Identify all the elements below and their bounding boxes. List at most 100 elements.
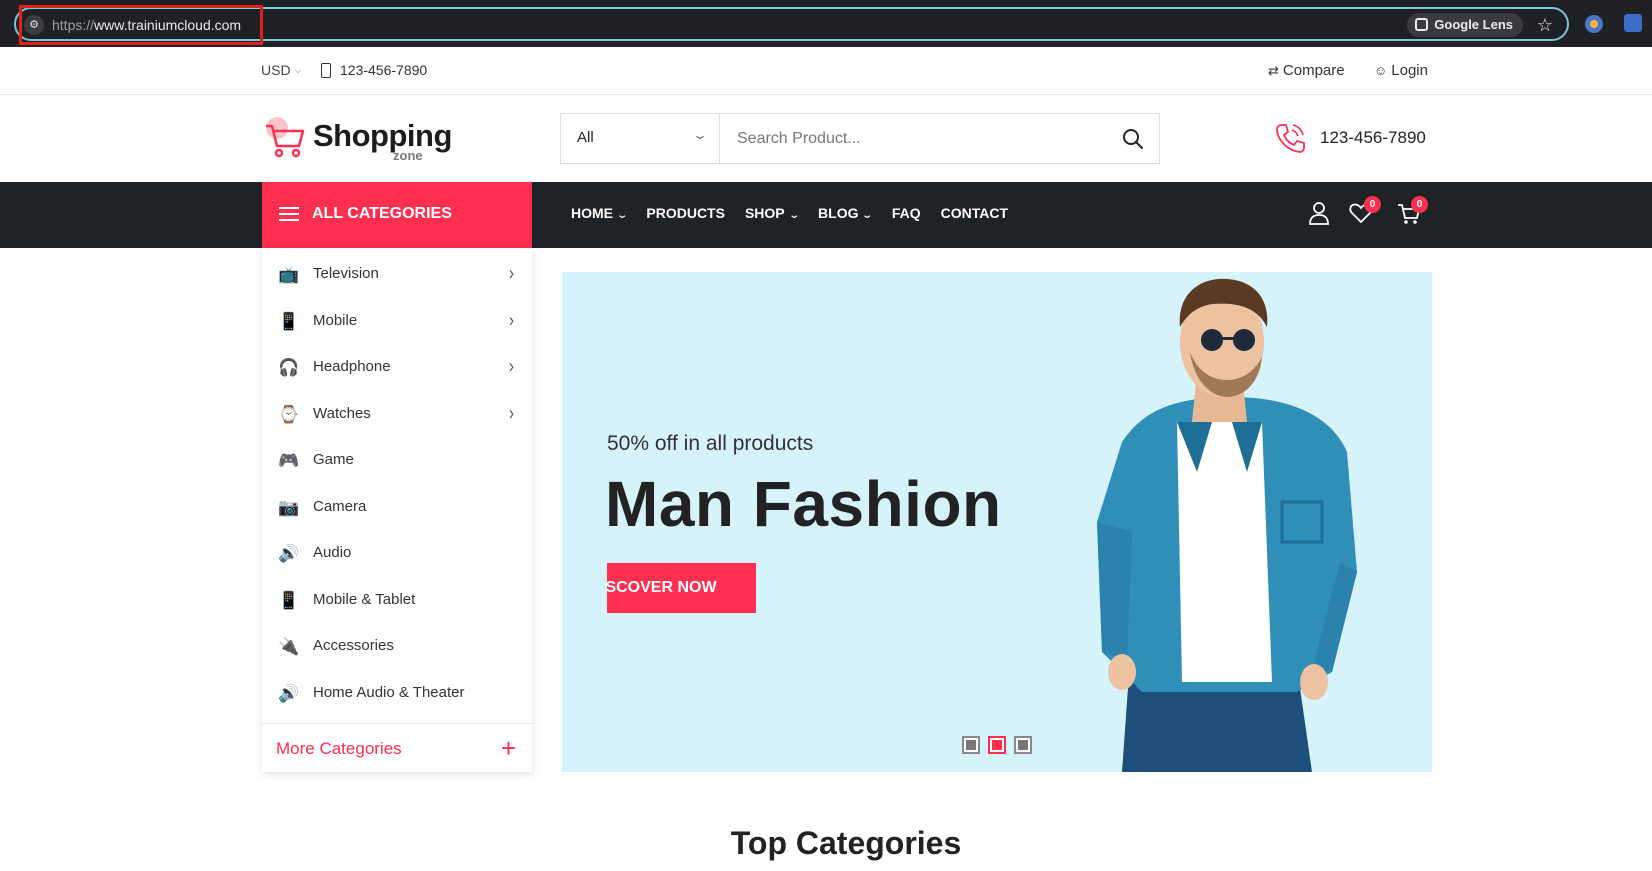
nav-icons: 0 0 <box>1306 196 1428 230</box>
category-item-accessories[interactable]: 🔌 Accessories <box>262 624 532 668</box>
chevron-down-icon: ⌄ <box>787 210 800 221</box>
slider-dot-active[interactable] <box>988 736 1006 754</box>
category-select[interactable]: All ⌄ <box>561 114 720 163</box>
category-item-watches[interactable]: ⌚ Watches › <box>262 392 532 436</box>
hero-title: Man Fashion <box>605 468 1002 540</box>
account-icon[interactable] <box>1306 200 1332 226</box>
top-info-bar: USD ⌵ 123-456-7890 ⇄ Compare ☺ Login <box>0 47 1652 95</box>
slider-dots <box>962 736 1032 754</box>
chevron-right-icon: › <box>509 309 514 332</box>
tv-icon: 📺 <box>278 265 300 284</box>
more-categories-button[interactable]: More Categories + <box>262 723 532 772</box>
category-label: Camera <box>313 498 367 515</box>
category-item-television[interactable]: 📺 Television › <box>262 252 532 296</box>
category-item-camera[interactable]: 📷 Camera <box>262 485 532 529</box>
all-categories-label: ALL CATEGORIES <box>312 205 452 222</box>
nav-item-label: HOME <box>571 205 613 221</box>
currency-label: USD <box>261 62 291 78</box>
google-lens-button[interactable]: Google Lens <box>1407 13 1523 37</box>
search-form: All ⌄ <box>560 113 1160 164</box>
chevron-down-icon: ⌄ <box>691 128 709 142</box>
shuffle-icon: ⇄ <box>1268 63 1279 78</box>
chevron-down-icon: ⌄ <box>616 210 629 221</box>
nav-menu: HOME ⌄ PRODUCTS SHOP ⌄ BLOG ⌄ FAQ CONTACT <box>571 205 1008 221</box>
hamburger-icon <box>279 207 299 221</box>
chevron-right-icon: › <box>509 355 514 378</box>
category-item-mobile-tablet[interactable]: 📱 Mobile & Tablet <box>262 578 532 622</box>
category-label: Game <box>313 451 354 468</box>
compare-label: Compare <box>1282 62 1345 79</box>
top-categories-title: Top Categories <box>730 825 962 861</box>
category-label: Watches <box>313 405 371 422</box>
browser-toolbar: ⚙ https://www.trainiumcloud.com Google L… <box>0 0 1652 47</box>
nav-item-shop[interactable]: SHOP ⌄ <box>744 205 800 221</box>
phone-call-icon <box>1276 124 1305 153</box>
nav-item-label: SHOP <box>744 205 785 221</box>
plus-icon: + <box>500 733 516 763</box>
extension-icon[interactable] <box>1624 14 1642 32</box>
lens-icon <box>1415 18 1429 31</box>
nav-item-home[interactable]: HOME ⌄ <box>571 205 629 221</box>
category-sidebar: 📺 Television › 📱 Mobile › 🎧 Headphone › … <box>262 248 532 772</box>
currency-select[interactable]: USD ⌵ <box>261 62 301 78</box>
category-item-mobile[interactable]: 📱 Mobile › <box>262 299 532 343</box>
top-phone: 123-456-7890 <box>321 62 427 78</box>
all-categories-button[interactable]: ALL CATEGORIES <box>262 182 532 248</box>
speaker-icon: 🔊 <box>278 544 300 563</box>
main-nav-bar: ALL CATEGORIES HOME ⌄ PRODUCTS SHOP ⌄ BLOG… <box>0 182 1652 248</box>
top-phone-number: 123-456-7890 <box>340 62 428 78</box>
headphone-icon: 🎧 <box>278 358 300 377</box>
logo-text: Shopping <box>313 118 452 153</box>
category-select-value: All <box>577 129 594 146</box>
category-label: Mobile & Tablet <box>313 591 416 608</box>
nav-item-products[interactable]: PRODUCTS <box>646 205 725 221</box>
url-highlight-box <box>19 5 263 45</box>
mobile-icon: 📱 <box>278 312 300 331</box>
chevron-right-icon: › <box>509 402 514 425</box>
lens-label: Google Lens <box>1434 17 1513 32</box>
logo-subtext: zone <box>393 148 423 163</box>
gamepad-icon: 🎮 <box>278 451 300 470</box>
more-categories-label: More Categories <box>276 739 402 758</box>
nav-item-label: FAQ <box>891 205 921 221</box>
login-link[interactable]: ☺ Login <box>1374 62 1428 79</box>
compare-link[interactable]: ⇄ Compare <box>1268 62 1345 79</box>
chevron-down-icon: ⌵ <box>294 65 302 75</box>
hero-banner: 50% off in all products Man Fashion ISCO… <box>562 272 1432 772</box>
phone-icon <box>321 63 331 78</box>
hero-model-image <box>1097 278 1357 772</box>
bookmark-star-icon[interactable]: ☆ <box>1537 13 1553 37</box>
slider-dot[interactable] <box>962 736 980 754</box>
search-icon[interactable] <box>1121 127 1145 151</box>
tablet-icon: 📱 <box>278 591 300 610</box>
nav-item-blog[interactable]: BLOG ⌄ <box>818 205 874 221</box>
discover-now-label: ISCOVER NOW <box>607 579 717 596</box>
category-item-headphone[interactable]: 🎧 Headphone › <box>262 345 532 389</box>
search-input[interactable] <box>721 114 1111 163</box>
category-item-game[interactable]: 🎮 Game <box>262 438 532 482</box>
cart-logo-icon <box>266 117 305 158</box>
nav-item-contact[interactable]: CONTACT <box>941 205 1008 221</box>
nav-item-label: CONTACT <box>940 205 1009 221</box>
category-label: Accessories <box>313 637 394 654</box>
category-label: Headphone <box>313 358 391 375</box>
discover-now-button[interactable]: ISCOVER NOW <box>607 563 756 613</box>
category-item-home-audio-theater[interactable]: 🔊 Home Audio & Theater <box>262 671 532 715</box>
chevron-right-icon: › <box>509 262 514 285</box>
user-icon: ☺ <box>1374 63 1388 78</box>
extension-icon[interactable] <box>1585 15 1603 33</box>
header-phone-number: 123-456-7890 <box>1320 128 1426 147</box>
slider-dot[interactable] <box>1014 736 1032 754</box>
category-item-audio[interactable]: 🔊 Audio <box>262 531 532 575</box>
category-label: Television <box>313 265 379 282</box>
watch-icon: ⌚ <box>278 405 300 424</box>
chevron-down-icon: ⌄ <box>861 210 874 221</box>
cart-count-badge: 0 <box>1411 196 1428 213</box>
plug-icon: 🔌 <box>278 637 300 656</box>
nav-item-faq[interactable]: FAQ <box>892 205 921 221</box>
site-logo[interactable]: Shopping zone <box>263 116 453 164</box>
category-label: Home Audio & Theater <box>313 684 465 701</box>
speaker-icon: 🔊 <box>278 684 300 703</box>
login-label: Login <box>1391 62 1428 79</box>
wishlist-count-badge: 0 <box>1364 196 1381 213</box>
